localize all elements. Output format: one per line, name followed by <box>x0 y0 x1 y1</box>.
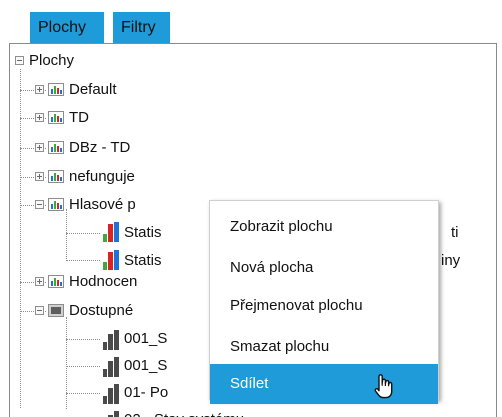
plus-square-icon[interactable] <box>35 113 44 122</box>
bar-chart-icon <box>48 170 64 183</box>
plus-square-icon[interactable] <box>35 143 44 152</box>
tree-root[interactable]: Plochy <box>29 49 74 73</box>
bar-chart-icon <box>48 141 64 154</box>
plus-square-icon[interactable] <box>35 172 44 181</box>
tree-connector <box>66 366 100 367</box>
menu-item-smazat-plochu[interactable]: Smazat plochu <box>210 327 438 367</box>
tree-item-nefunguje[interactable]: nefunguje <box>69 165 135 189</box>
context-menu: Zobrazit plochu Nová plocha Přejmenovat … <box>209 200 439 404</box>
menu-item-nova-plocha[interactable]: Nová plocha <box>210 248 438 288</box>
tree-item-dbz-td[interactable]: DBz - TD <box>69 136 130 160</box>
bar-chart-icon <box>103 222 121 242</box>
tree-connector <box>66 339 100 340</box>
tab-bar: Plochy Filtry <box>0 0 502 46</box>
tree-item-default[interactable]: Default <box>69 78 117 102</box>
tree-item-hlasove[interactable]: Hlasové p <box>69 193 136 217</box>
tree-connector <box>66 260 100 261</box>
bar-chart-icon <box>103 330 121 350</box>
minus-square-icon[interactable] <box>15 56 24 65</box>
bar-chart-icon <box>48 83 64 96</box>
minus-square-icon[interactable] <box>35 306 44 315</box>
plus-square-icon[interactable] <box>35 85 44 94</box>
tree-item-statis-1-suffix: ti <box>451 224 459 241</box>
tree-item-dostupne[interactable]: Dostupné <box>69 299 133 323</box>
tree-item-001-b[interactable]: 001_S <box>124 354 167 378</box>
tree-item-statis-2-suffix: iny <box>441 252 461 269</box>
bar-chart-icon <box>103 357 121 377</box>
tree-item-02[interactable]: 02 - Stav systému <box>124 408 244 417</box>
bar-chart-icon <box>103 411 121 417</box>
menu-item-prejmenovat-plochu[interactable]: Přejmenovat plochu <box>210 286 438 326</box>
bar-chart-icon <box>48 275 64 288</box>
tree-item-01[interactable]: 01- Po <box>124 381 168 405</box>
folder-icon <box>48 304 64 317</box>
tab-plochy[interactable]: Plochy <box>30 12 104 43</box>
tab-filtry[interactable]: Filtry <box>113 12 170 43</box>
dostupne-tree-line <box>66 317 67 409</box>
tree-item-td[interactable]: TD <box>69 106 89 130</box>
minus-square-icon[interactable] <box>35 200 44 209</box>
hlasove-tree-line <box>66 209 67 261</box>
root-tree-line <box>20 69 21 408</box>
bar-chart-icon <box>48 198 64 211</box>
bar-chart-icon <box>103 250 121 270</box>
page: Plochy Filtry Plochy Default TD DBz - TD… <box>0 0 502 417</box>
tree-connector <box>66 233 100 234</box>
bar-chart-icon <box>48 111 64 124</box>
tree-item-statis-1[interactable]: Statis <box>124 221 162 245</box>
menu-item-zobrazit-plochu[interactable]: Zobrazit plochu <box>210 207 438 247</box>
hand-pointer-icon <box>374 374 393 399</box>
bar-chart-icon <box>103 384 121 404</box>
plus-square-icon[interactable] <box>35 277 44 286</box>
tree-connector <box>66 393 100 394</box>
menu-item-sdilet[interactable]: Sdílet <box>210 364 438 404</box>
tree-item-001-a[interactable]: 001_S <box>124 327 167 351</box>
tree-item-hodnocen[interactable]: Hodnocen <box>69 270 137 294</box>
